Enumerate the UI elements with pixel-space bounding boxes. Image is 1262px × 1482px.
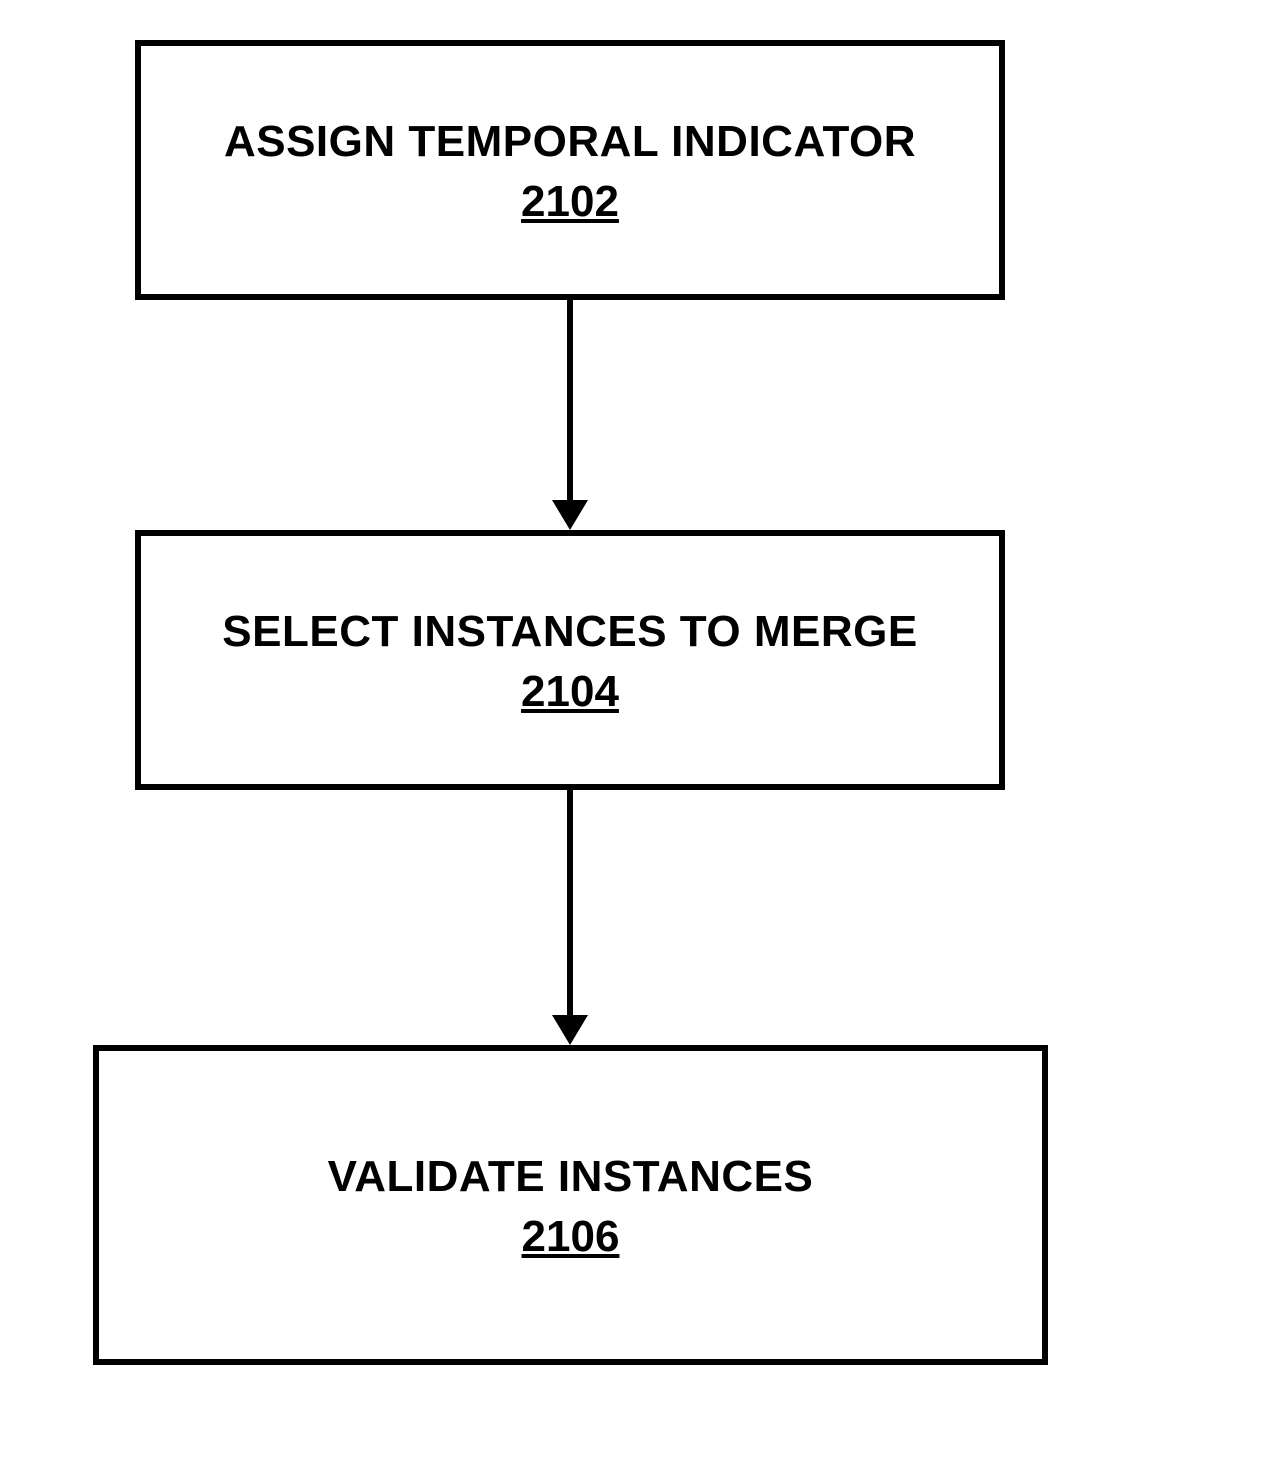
step-select-instances-to-merge: SELECT INSTANCES TO MERGE 2104: [135, 530, 1005, 790]
arrow-1-shaft: [567, 300, 573, 500]
flowchart: ASSIGN TEMPORAL INDICATOR 2102 SELECT IN…: [0, 0, 1262, 1482]
step-validate-instances: VALIDATE INSTANCES 2106: [93, 1045, 1048, 1365]
step-title: ASSIGN TEMPORAL INDICATOR: [224, 114, 916, 169]
arrow-1-head-icon: [552, 500, 588, 530]
step-number: 2102: [521, 177, 619, 227]
step-title: VALIDATE INSTANCES: [328, 1149, 814, 1204]
arrow-2-head-icon: [552, 1015, 588, 1045]
step-number: 2104: [521, 667, 619, 717]
step-assign-temporal-indicator: ASSIGN TEMPORAL INDICATOR 2102: [135, 40, 1005, 300]
step-title: SELECT INSTANCES TO MERGE: [222, 604, 917, 659]
step-number: 2106: [522, 1212, 620, 1262]
arrow-2-shaft: [567, 790, 573, 1015]
